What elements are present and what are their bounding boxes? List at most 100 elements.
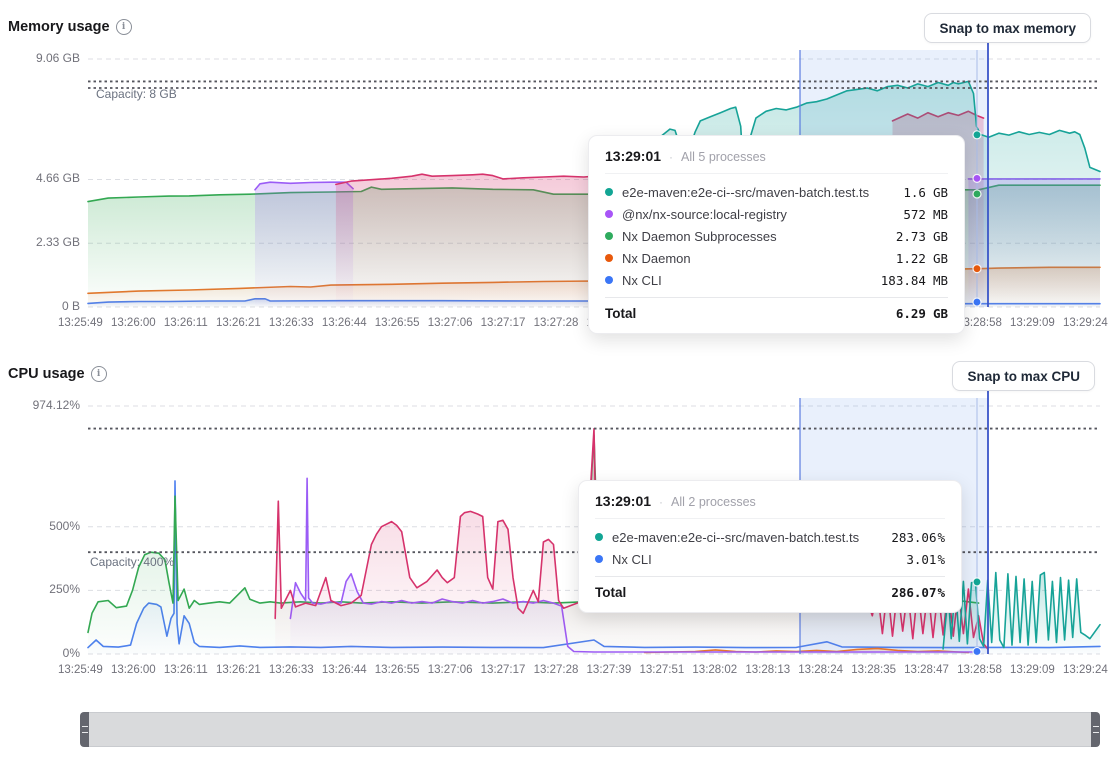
total-label: Total: [605, 306, 896, 321]
capacity-annotation: Capacity: 400%: [90, 555, 174, 569]
y-tick-label: 2.33 GB: [0, 235, 80, 249]
grip-icon: [1093, 726, 1099, 733]
x-tick-label: 13:27:28: [534, 664, 579, 676]
cpu-section-title: CPU usage i: [8, 366, 107, 382]
y-tick-label: 250%: [0, 582, 80, 596]
process-name: Nx Daemon: [622, 251, 896, 266]
tooltip-total-row: Total 6.29 GB: [605, 297, 948, 321]
x-tick-label: 13:26:44: [322, 664, 367, 676]
process-value: 183.84: [881, 273, 926, 288]
x-tick-label: 13:28:24: [798, 664, 843, 676]
process-name: e2e-maven:e2e-ci--src/maven-batch.test.t…: [612, 530, 891, 545]
tooltip-time: 13:29:01: [605, 148, 661, 164]
y-tick-label: 0 B: [0, 299, 80, 313]
charts-canvas: [0, 0, 1118, 761]
x-tick-label: 13:29:24: [1063, 317, 1108, 329]
info-icon[interactable]: i: [91, 366, 107, 382]
memory-section-title: Memory usage i: [8, 19, 132, 35]
x-tick-label: 13:26:21: [216, 317, 261, 329]
series-dot: [605, 276, 613, 284]
x-tick-label: 13:26:33: [269, 317, 314, 329]
snap-to-max-memory-button[interactable]: Snap to max memory: [924, 13, 1091, 43]
process-unit: GB: [933, 185, 948, 200]
scrubber-right-handle[interactable]: [1091, 712, 1100, 747]
tooltip-separator: ·: [659, 495, 663, 509]
memory-title-label: Memory usage: [8, 19, 110, 35]
tooltip-header: 13:29:01 · All 5 processes: [605, 146, 948, 174]
total-unit: %: [937, 585, 945, 600]
x-tick-label: 13:27:39: [587, 664, 632, 676]
process-unit: %: [937, 530, 945, 545]
series-dot: [595, 533, 603, 541]
series-dot: [605, 254, 613, 262]
x-tick-label: 13:26:21: [216, 664, 261, 676]
tooltip-rows: e2e-maven:e2e-ci--src/maven-batch.test.t…: [605, 174, 948, 295]
series-dot: [595, 555, 603, 563]
info-icon[interactable]: i: [116, 19, 132, 35]
tooltip-row: @nx/nx-source:local-registry 572 MB: [605, 203, 948, 225]
cpu-x-axis: 13:25:49 13:26:00 13:26:11 13:26:21 13:26:33…: [58, 664, 1108, 676]
x-tick-label: 13:26:00: [111, 664, 156, 676]
y-tick-label: 974.12%: [0, 398, 80, 412]
process-name: Nx CLI: [622, 273, 881, 288]
series-dot: [605, 232, 613, 240]
snap-to-max-cpu-button[interactable]: Snap to max CPU: [952, 361, 1095, 391]
x-tick-label: 13:28:35: [851, 664, 896, 676]
process-value: 283.06: [891, 530, 936, 545]
tooltip-row: Nx CLI 183.84 MB: [605, 269, 948, 291]
tooltip-rows: e2e-maven:e2e-ci--src/maven-batch.test.t…: [595, 519, 945, 574]
y-tick-label: 4.66 GB: [0, 171, 80, 185]
x-tick-label: 13:26:55: [375, 317, 420, 329]
x-tick-label: 13:26:11: [164, 664, 208, 676]
x-tick-label: 13:28:02: [692, 664, 737, 676]
tooltip-separator: ·: [669, 150, 673, 164]
process-name: @nx/nx-source:local-registry: [622, 207, 903, 222]
process-unit: %: [937, 552, 945, 567]
process-value: 572: [903, 207, 926, 222]
x-tick-label: 13:26:00: [111, 317, 156, 329]
scrubber-left-handle[interactable]: [80, 712, 89, 747]
tooltip-total-row: Total 286.07 %: [595, 576, 945, 600]
process-value: 2.73: [896, 229, 926, 244]
x-tick-label: 13:26:33: [269, 664, 314, 676]
process-name: Nx CLI: [612, 552, 906, 567]
scrubber-track[interactable]: [89, 712, 1091, 747]
process-name: e2e-maven:e2e-ci--src/maven-batch.test.t…: [622, 185, 903, 200]
profiler-page: Memory usage i Snap to max memory CPU us…: [0, 0, 1118, 761]
tooltip-row: Nx Daemon 1.22 GB: [605, 247, 948, 269]
tooltip-subtitle: All 2 processes: [671, 495, 756, 509]
x-tick-label: 13:26:55: [375, 664, 420, 676]
total-value: 6.29: [896, 306, 926, 321]
x-tick-label: 13:27:51: [639, 664, 684, 676]
process-unit: GB: [933, 229, 948, 244]
tooltip-row: Nx Daemon Subprocesses 2.73 GB: [605, 225, 948, 247]
grip-icon: [82, 726, 88, 733]
total-value: 286.07: [891, 585, 936, 600]
x-tick-label: 13:29:09: [1010, 317, 1055, 329]
y-tick-label: 9.06 GB: [0, 51, 80, 65]
x-tick-label: 13:27:06: [428, 664, 473, 676]
y-tick-label: 500%: [0, 519, 80, 533]
x-tick-label: 13:26:44: [322, 317, 367, 329]
process-value: 3.01: [906, 552, 936, 567]
x-tick-label: 13:25:49: [58, 317, 103, 329]
process-value: 1.6: [903, 185, 926, 200]
process-unit: MB: [933, 273, 948, 288]
total-unit: GB: [933, 306, 948, 321]
x-tick-label: 13:27:17: [481, 317, 526, 329]
x-tick-label: 13:29:24: [1063, 664, 1108, 676]
process-value: 1.22: [896, 251, 926, 266]
tooltip-row: e2e-maven:e2e-ci--src/maven-batch.test.t…: [605, 181, 948, 203]
x-tick-label: 13:27:06: [428, 317, 473, 329]
time-range-scrubber: [80, 712, 1100, 747]
cpu-title-label: CPU usage: [8, 366, 85, 382]
x-tick-label: 13:27:28: [534, 317, 579, 329]
memory-tooltip: 13:29:01 · All 5 processes e2e-maven:e2e…: [588, 135, 965, 334]
x-tick-label: 13:28:13: [745, 664, 790, 676]
y-tick-label: 0%: [0, 646, 80, 660]
x-tick-label: 13:25:49: [58, 664, 103, 676]
total-label: Total: [595, 585, 891, 600]
tooltip-time: 13:29:01: [595, 493, 651, 509]
x-tick-label: 13:28:58: [957, 664, 1002, 676]
series-dot: [605, 188, 613, 196]
